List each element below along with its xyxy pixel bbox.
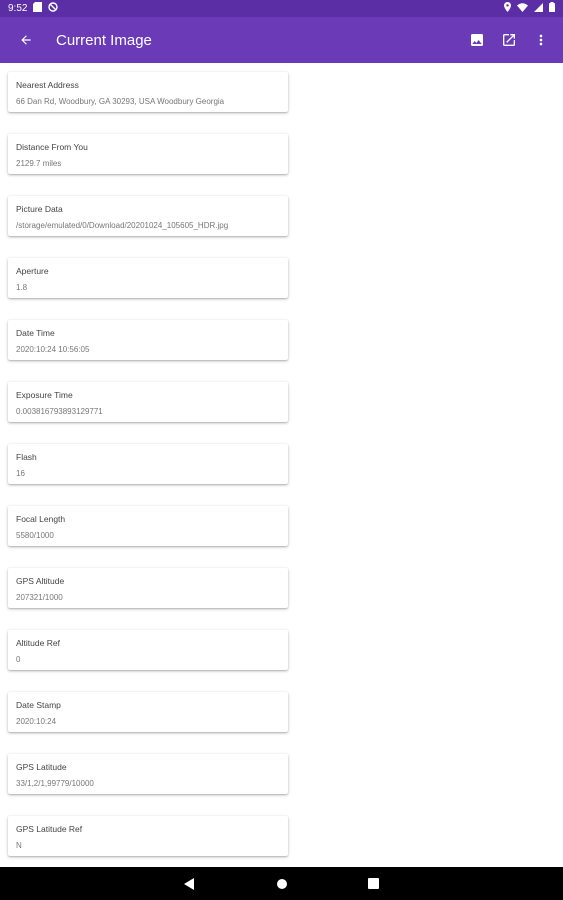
card-value: 0 [16, 655, 21, 664]
card-value: 1.8 [16, 283, 28, 292]
card-value: N [16, 841, 22, 850]
overflow-menu-button[interactable] [525, 17, 557, 63]
circle-home-icon [276, 878, 287, 889]
open-in-new-icon [503, 34, 515, 46]
card-date-time: Date Time 2020:10:24 10:56:05 [8, 320, 288, 360]
card-value: 33/1,2/1,99779/10000 [16, 779, 94, 788]
card-label: Picture Data [16, 204, 63, 214]
card-label: Exposure Time [16, 390, 73, 400]
square-recents-icon [368, 878, 379, 889]
nav-back-button[interactable] [180, 874, 200, 894]
card-value: 0.003816793893129771 [16, 407, 103, 416]
card-nearest-address: Nearest Address 66 Dan Rd, Woodbury, GA … [8, 72, 288, 112]
details-list[interactable]: Nearest Address 66 Dan Rd, Woodbury, GA … [0, 63, 563, 867]
card-value: /storage/emulated/0/Download/20201024_10… [16, 221, 229, 230]
card-value: 5580/1000 [16, 531, 54, 540]
system-nav-bar [0, 867, 563, 900]
back-button[interactable] [0, 17, 52, 63]
card-label: Distance From You [16, 142, 88, 152]
no-disturb-icon [48, 2, 59, 15]
card-gps-altitude: GPS Altitude 207321/1000 [8, 568, 288, 608]
nav-recents-button[interactable] [364, 874, 384, 894]
card-value: 16 [16, 469, 25, 478]
card-label: Flash [16, 452, 37, 462]
card-label: Altitude Ref [16, 638, 60, 648]
card-aperture: Aperture 1.8 [8, 258, 288, 298]
card-value: 2020:10:24 [16, 717, 57, 726]
card-picture-data: Picture Data /storage/emulated/0/Downloa… [8, 196, 288, 236]
card-label: GPS Altitude [16, 576, 65, 586]
card-label: GPS Latitude [16, 762, 67, 772]
nav-home-button[interactable] [272, 874, 292, 894]
triangle-back-icon [183, 877, 194, 890]
open-external-button[interactable] [493, 17, 525, 63]
card-label: Focal Length [16, 514, 66, 524]
card-value: 66 Dan Rd, Woodbury, GA 30293, USA Woodb… [16, 97, 225, 106]
signal-icon [534, 2, 543, 15]
card-distance: Distance From You 2129.7 miles [8, 134, 288, 174]
card-label: Nearest Address [16, 80, 79, 90]
image-button[interactable] [461, 17, 493, 63]
card-label: Date Time [16, 328, 55, 338]
card-flash: Flash 16 [8, 444, 288, 484]
card-exposure-time: Exposure Time 0.003816793893129771 [8, 382, 288, 422]
card-value: 2020:10:24 10:56:05 [16, 345, 90, 354]
battery-icon [549, 2, 555, 15]
location-icon [504, 2, 511, 15]
card-label: Aperture [16, 266, 49, 276]
card-focal-length: Focal Length 5580/1000 [8, 506, 288, 546]
card-value: 207321/1000 [16, 593, 63, 602]
card-gps-latitude: GPS Latitude 33/1,2/1,99779/10000 [8, 754, 288, 794]
more-vert-icon [539, 34, 543, 46]
card-value: 2129.7 miles [16, 159, 62, 168]
status-time: 9:52 [8, 3, 28, 14]
card-altitude-ref: Altitude Ref 0 [8, 630, 288, 670]
page-title: Current Image [56, 31, 152, 49]
card-label: Date Stamp [16, 700, 61, 710]
arrow-back-icon [21, 35, 31, 45]
card-date-stamp: Date Stamp 2020:10:24 [8, 692, 288, 732]
wifi-icon [517, 2, 528, 15]
card-label: GPS Latitude Ref [16, 824, 83, 834]
status-bar: 9:52 [0, 0, 563, 17]
image-icon [471, 34, 483, 46]
card-gps-latitude-ref: GPS Latitude Ref N [8, 816, 288, 856]
app-bar: Current Image [0, 17, 563, 63]
sd-card-icon [33, 2, 43, 15]
